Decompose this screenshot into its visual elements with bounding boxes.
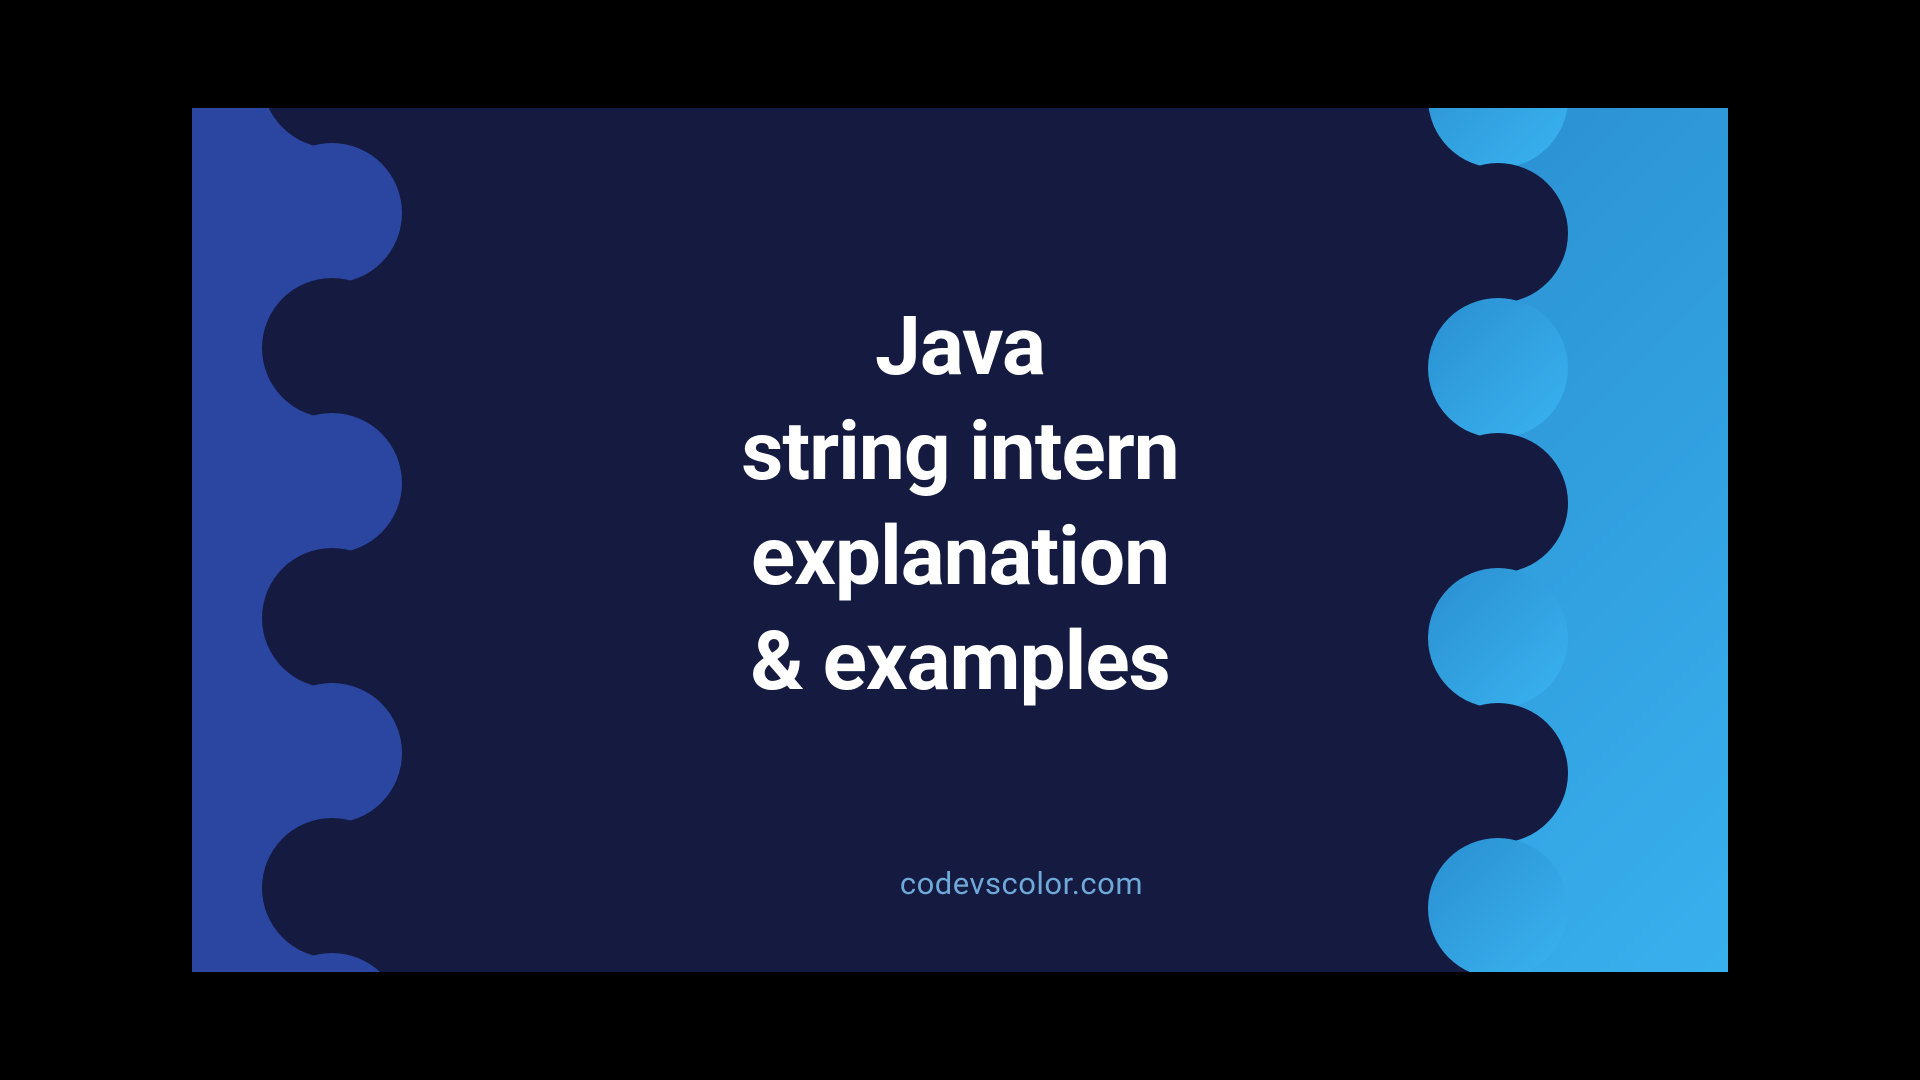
watermark-text: codevscolor.com: [900, 865, 1143, 902]
blob-notch: [262, 683, 402, 823]
blob-notch: [262, 143, 402, 283]
blob-notch: [1428, 298, 1568, 438]
blob-bump: [262, 278, 402, 418]
title-line-1: Java: [741, 296, 1178, 401]
blob-bump: [262, 548, 402, 688]
blob-notch: [1428, 568, 1568, 708]
page-title: Java string intern explanation & example…: [741, 296, 1178, 716]
hero-card: Java string intern explanation & example…: [192, 108, 1728, 972]
blob-notch: [262, 413, 402, 553]
blob-notch: [1428, 838, 1568, 972]
title-line-3: explanation: [741, 505, 1178, 610]
blob-bump: [1428, 433, 1568, 573]
title-line-4: & examples: [741, 610, 1178, 715]
title-line-2: string intern: [741, 400, 1178, 505]
blob-bump: [1428, 703, 1568, 843]
blob-bump: [262, 818, 402, 958]
blob-bump: [1428, 163, 1568, 303]
